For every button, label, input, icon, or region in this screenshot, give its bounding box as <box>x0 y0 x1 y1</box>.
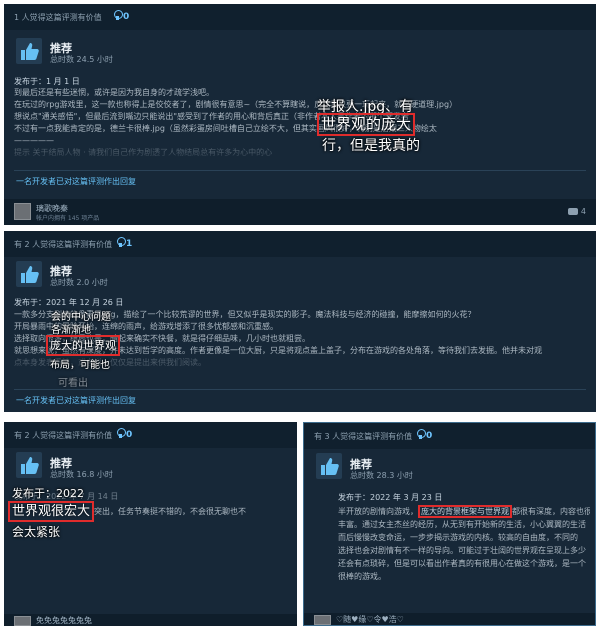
award-icon <box>117 428 126 438</box>
review-line: 半开放的剧情向游戏， <box>338 507 418 516</box>
review-card-1: 1 人觉得这篇评测有价值 0 推荐 总时数 24.5 小时 发布于：1 月 1 … <box>4 4 596 225</box>
thumbs-up-icon <box>16 38 42 64</box>
helpful-count: 有 2 人觉得这篇评测有价值 <box>14 431 113 440</box>
review-line: 到最后还是有些迷惘，或许是因为我自身的才疏学浅吧。 <box>14 88 214 97</box>
review-line: 不过有一点我能肯定的是，德兰卡很棒.jpg（虽然彩蛋房间吐槽自己立绘不大，但其实… <box>14 124 437 133</box>
award-icon <box>417 429 426 439</box>
review-line: 而后慢慢改变命运，一步步揭示游戏的内核。较高的自由度，不同的 <box>338 533 578 542</box>
review-line: 很棒的游戏。 <box>338 572 386 581</box>
developer-response-link[interactable]: 一名开发者已对这篇评测作出回复 <box>16 395 136 406</box>
playtime: 总时数 16.8 小时 <box>50 470 113 479</box>
award-button[interactable]: 0 <box>417 429 432 441</box>
avatar[interactable] <box>14 203 31 220</box>
review-body: 半开放的剧情向游戏， 庞大的背景框架与世界观 都很有深度，内容也很 丰富。通过女主杰… <box>338 505 590 583</box>
review-header: 有 2 人觉得这篇评测有价值 0 <box>4 422 297 448</box>
review-line: 都很有深度，内容也很 <box>512 507 590 516</box>
award-icon <box>114 10 123 20</box>
overlay-text: 会太紧张 <box>12 525 61 539</box>
overlay-text: 行，但是我真的 <box>322 138 420 154</box>
review-footer: ♡随♥缘♡令♥浩♡ <box>304 613 595 625</box>
username[interactable]: 免免兔兔兔兔兔 <box>36 615 92 626</box>
divider <box>14 389 586 390</box>
helpful-count: 1 人觉得这篇评测有价值 <box>14 13 102 22</box>
playtime: 总时数 24.5 小时 <box>50 55 113 64</box>
divider <box>14 170 586 171</box>
review-line: 丰富。通过女主杰丝的经历，从无到有开始新的生活，小心翼翼的生活 <box>338 520 586 529</box>
avatar[interactable] <box>314 615 331 625</box>
overlay-text: 布局，可能也 <box>50 360 110 371</box>
posted-date: 发布于：2021 年 12 月 26 日 <box>14 298 124 307</box>
award-count: 1 <box>126 239 133 249</box>
award-count: 0 <box>126 430 133 440</box>
highlight-box: 世界观很宏大 <box>8 501 95 522</box>
award-button[interactable]: 0 <box>114 10 129 22</box>
text-fade <box>4 152 596 162</box>
overlay-text: 各渐渐地 <box>51 325 91 336</box>
comment-icon <box>567 208 578 215</box>
review-card-3: 有 2 人觉得这篇评测有价值 0 推荐 总时数 16.8 小时 发布于：2022… <box>4 422 297 626</box>
award-count: 0 <box>123 12 130 22</box>
review-card-2: 有 2 人觉得这篇评测有价值 1 推荐 总时数 2.0 小时 发布于：2021 … <box>4 231 596 412</box>
review-header: 有 2 人觉得这篇评测有价值 1 <box>4 231 596 257</box>
username[interactable]: ♡随♥缘♡令♥浩♡ <box>336 614 404 625</box>
playtime: 总时数 2.0 小时 <box>50 278 108 287</box>
review-line: 还会有点琐碎，但是可以看出作者真的有很用心在做这个游戏，是一个 <box>338 559 586 568</box>
review-line: 选择也会对剧情有不一样的导向。可能过于壮阔的世界观在呈现上多少 <box>338 546 586 555</box>
review-card-4: 有 3 人觉得这篇评测有价值 0 推荐 总时数 28.3 小时 发布于：2022… <box>303 422 596 626</box>
award-button[interactable]: 0 <box>117 428 132 440</box>
review-footer: 免免兔兔兔兔兔 <box>4 614 297 626</box>
overlay-text: 可看出 <box>58 378 88 389</box>
developer-response-link[interactable]: 一名开发者已对这篇评测作出回复 <box>16 176 136 187</box>
avatar[interactable] <box>14 616 31 626</box>
highlight-box: 世界观的庞大 <box>317 113 416 136</box>
helpful-count: 有 2 人觉得这篇评测有价值 <box>14 240 113 249</box>
highlight-box: 庞大的世界观 <box>46 335 120 356</box>
review-footer: 璃歌晚秦 帐户内拥有 145 项产品 4 <box>4 199 596 225</box>
posted-date: 发布于：1 月 1 日 <box>14 77 80 86</box>
review-header: 有 3 人觉得这篇评测有价值 0 <box>304 423 595 449</box>
thumbs-up-icon <box>16 261 42 287</box>
highlight-box: 庞大的背景框架与世界观 <box>418 505 512 518</box>
review-line: 在玩过的rpg游戏里，这一款也称得上是佼佼者了，剧情很有意思~（完全不算瞎说，反… <box>14 100 458 109</box>
playtime: 总时数 28.3 小时 <box>350 471 413 480</box>
award-icon <box>117 237 126 247</box>
posted-date: 发布于：2022 年 3 月 23 日 <box>338 493 443 502</box>
thumbs-up-icon <box>316 453 342 479</box>
review-header: 1 人觉得这篇评测有价值 0 <box>4 4 596 30</box>
helpful-count: 有 3 人觉得这篇评测有价值 <box>314 432 413 441</box>
award-count: 0 <box>426 431 433 441</box>
comment-count: 4 <box>580 207 586 216</box>
overlay-text: 发布于：2022 <box>12 487 84 500</box>
review-line: 想说点"通关感悟"，但最后流到嘴边只能说出"感受到了作者的用心和背后真正（非作者… <box>14 112 410 121</box>
products-owned: 帐户内拥有 145 项产品 <box>36 215 100 222</box>
thumbs-up-icon <box>16 452 42 478</box>
award-button[interactable]: 1 <box>117 237 132 249</box>
comment-button[interactable]: 4 <box>567 207 586 216</box>
review-line: ————— <box>14 136 54 145</box>
review-body: 到最后还是有些迷惘，或许是因为我自身的才疏学浅吧。 在玩过的rpg游戏里，这一款… <box>14 87 586 161</box>
